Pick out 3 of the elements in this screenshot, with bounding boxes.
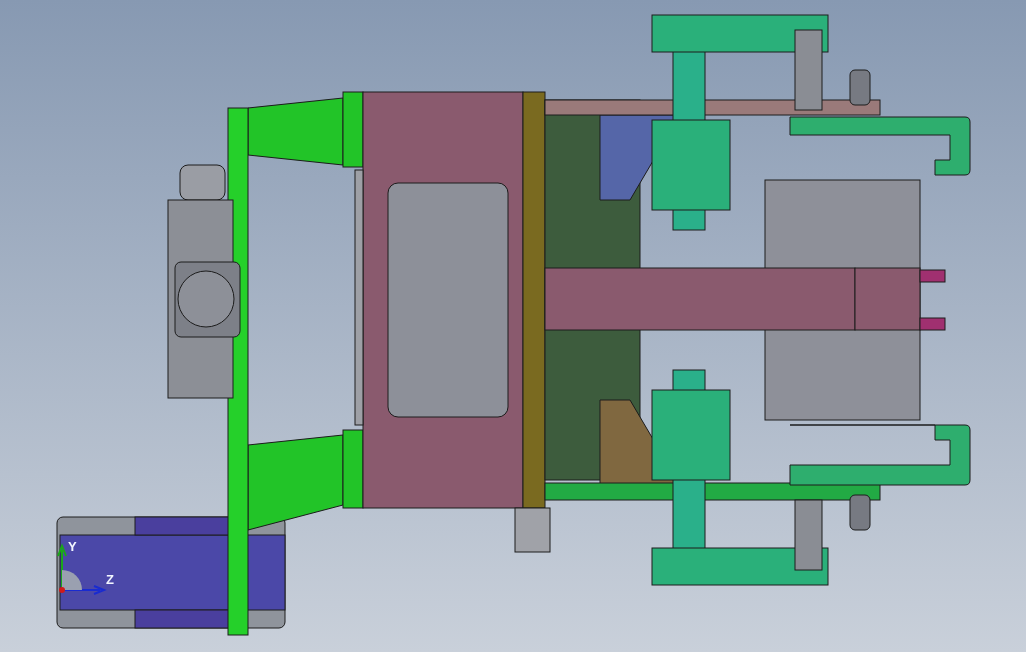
axis-triad-icon <box>57 543 107 595</box>
axis-label: Z <box>106 572 114 587</box>
axis-label: Y <box>68 539 77 554</box>
